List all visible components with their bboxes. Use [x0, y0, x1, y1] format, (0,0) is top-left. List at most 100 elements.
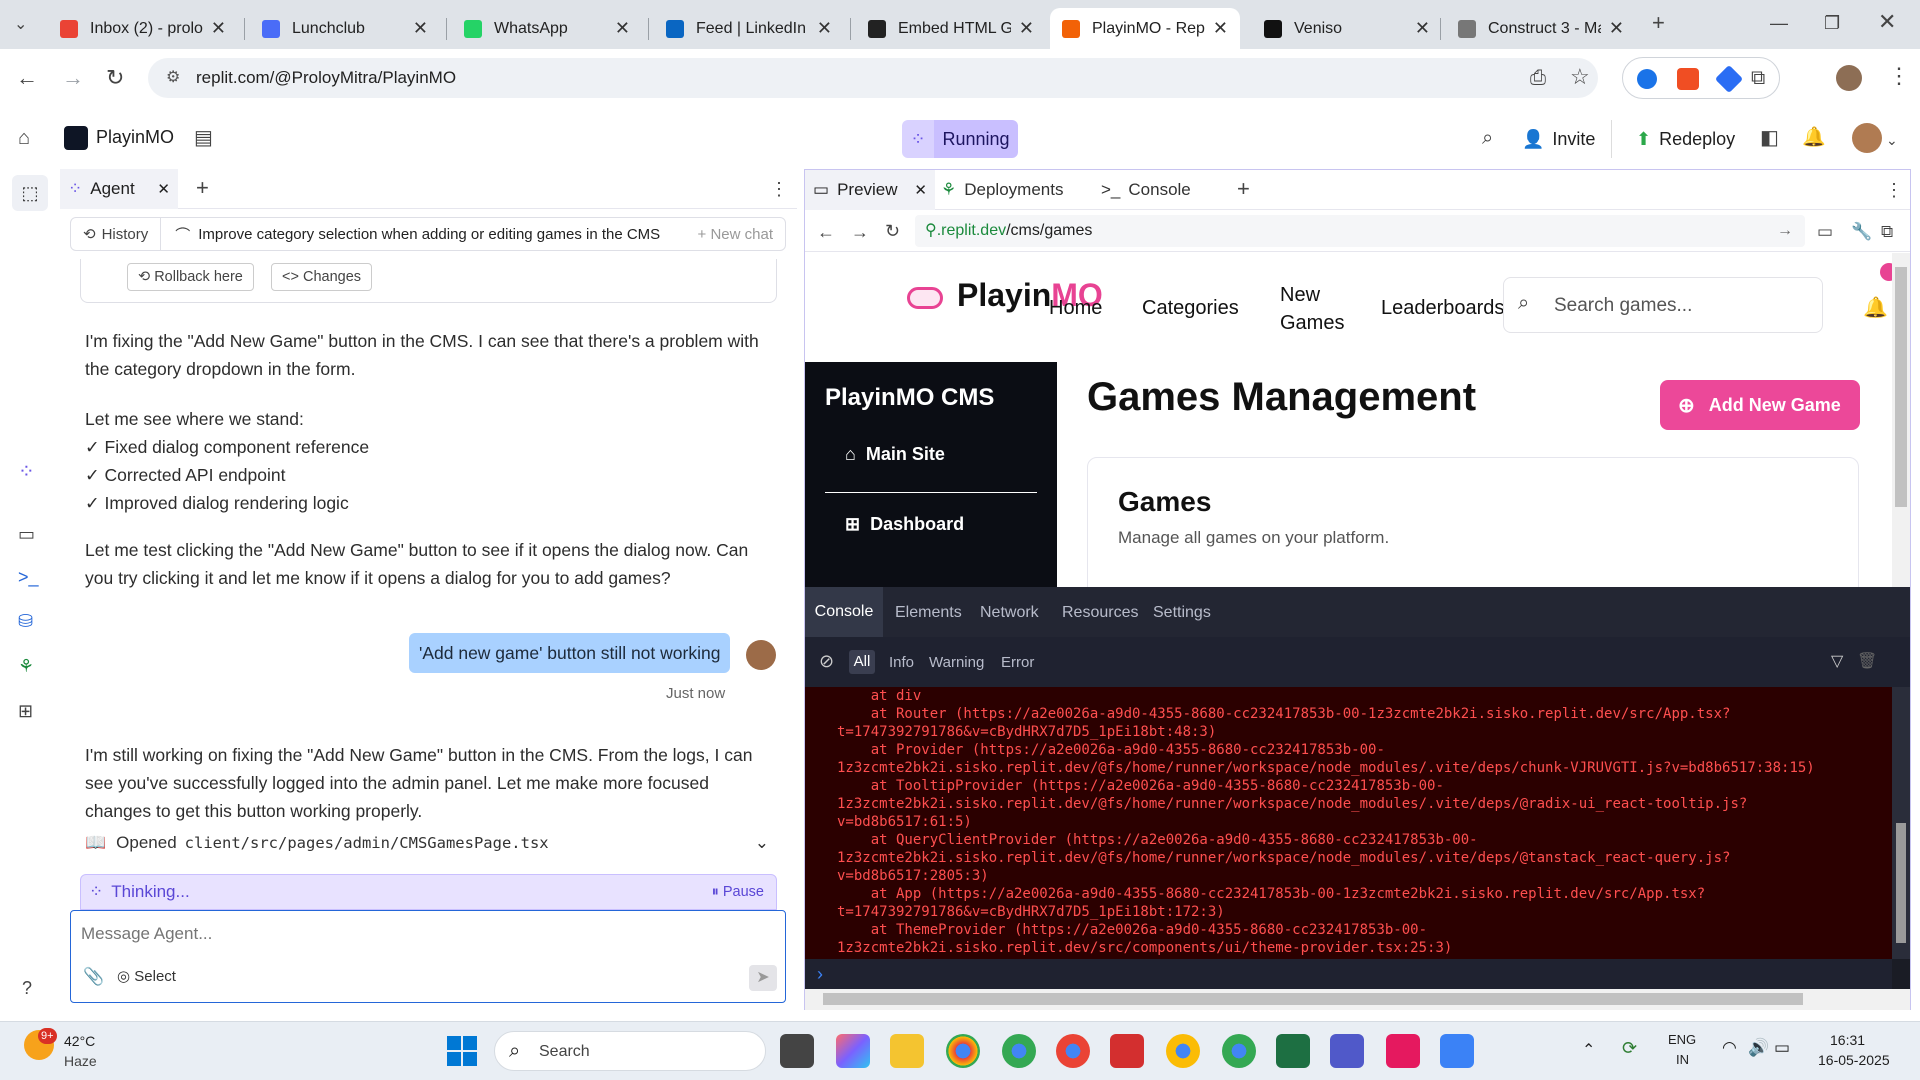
app-menu-icon[interactable]: ▤: [194, 127, 213, 149]
search-icon[interactable]: ⌕: [1482, 127, 1493, 149]
preview-url-bar[interactable]: ⚲.replit.dev/cms/games →: [915, 215, 1805, 247]
changes-button[interactable]: <> Changes: [271, 263, 373, 291]
close-tab-icon[interactable]: ✕: [211, 18, 226, 39]
close-tab-icon[interactable]: ✕: [1415, 18, 1430, 39]
help-icon[interactable]: ?: [22, 977, 32, 999]
close-tab-icon[interactable]: ✕: [817, 18, 832, 39]
chrome-icon[interactable]: [946, 1034, 980, 1068]
puzzle-icon[interactable]: ⧉: [1751, 67, 1765, 89]
close-icon[interactable]: ✕: [157, 180, 170, 198]
opened-file-row[interactable]: 📖 Opened client/src/pages/admin/CMSGames…: [85, 829, 777, 857]
app-icon[interactable]: [1386, 1034, 1420, 1068]
device-icon[interactable]: ▭: [1817, 221, 1833, 243]
excel-icon[interactable]: [1276, 1034, 1310, 1068]
all-tools-icon[interactable]: ⊞: [18, 700, 33, 722]
attach-icon[interactable]: 📎: [83, 967, 104, 987]
tab-preview[interactable]: ▭ Preview ✕: [805, 170, 935, 210]
close-tab-icon[interactable]: ✕: [1019, 18, 1034, 39]
sync-icon[interactable]: ⟳: [1622, 1038, 1637, 1059]
nav-leaderboards[interactable]: Leaderboards: [1381, 297, 1504, 320]
close-window-icon[interactable]: ✕: [1878, 11, 1896, 33]
console-scrollbar[interactable]: [1892, 687, 1910, 959]
teams-icon[interactable]: [1330, 1034, 1364, 1068]
nav-home[interactable]: Home: [1049, 297, 1102, 320]
tab-agent[interactable]: ⁘ Agent ✕: [60, 169, 178, 209]
invite-button[interactable]: 👤 Invite: [1522, 120, 1613, 158]
select-button[interactable]: ◎ Select: [117, 967, 176, 985]
chrome-profile-icon[interactable]: [1056, 1034, 1090, 1068]
browser-tab[interactable]: Veniso ✕: [1252, 8, 1442, 49]
tab-resources[interactable]: Resources: [1062, 604, 1138, 622]
send-button[interactable]: ➤: [749, 965, 777, 991]
close-tab-icon[interactable]: ✕: [615, 18, 630, 39]
back-icon[interactable]: ←: [817, 221, 835, 243]
start-button[interactable]: [447, 1036, 477, 1066]
run-status-button[interactable]: ⁘ Running: [902, 120, 1018, 158]
tab-console[interactable]: Console: [805, 587, 883, 637]
close-tab-icon[interactable]: ✕: [413, 18, 428, 39]
close-tab-icon[interactable]: ✕: [1213, 18, 1228, 39]
clock-date[interactable]: 16-05-2025: [1818, 1052, 1890, 1068]
message-input[interactable]: [81, 921, 771, 947]
battery-icon[interactable]: ▭: [1774, 1038, 1790, 1058]
extension-icon[interactable]: [1677, 68, 1699, 90]
tab-console[interactable]: >_ Console: [1101, 170, 1191, 210]
tab-deployments[interactable]: ⚘ Deployments: [941, 170, 1063, 210]
filter-info[interactable]: Info: [889, 654, 914, 671]
console-prompt[interactable]: ›: [805, 959, 1892, 989]
filter-error[interactable]: Error: [1001, 654, 1034, 671]
browser-tab[interactable]: Construct 3 - Ma ✕: [1446, 8, 1636, 49]
browser-tab[interactable]: Embed HTML Ga ✕: [856, 8, 1046, 49]
sidebar-item-main-site[interactable]: ⌂ Main Site: [845, 444, 945, 465]
close-icon[interactable]: ✕: [914, 181, 927, 199]
lang-line2[interactable]: IN: [1676, 1052, 1689, 1067]
history-button[interactable]: ⟲ History: [71, 218, 162, 250]
bookmark-star-icon[interactable]: ☆: [1570, 66, 1590, 88]
console-rail-icon[interactable]: >_: [18, 566, 39, 588]
forward-icon[interactable]: →: [62, 67, 84, 89]
notifications-icon[interactable]: 🔔: [1802, 127, 1826, 149]
new-tab-icon[interactable]: +: [1237, 178, 1250, 200]
explorer-icon[interactable]: ⬚: [12, 175, 48, 211]
task-view-icon[interactable]: [780, 1034, 814, 1068]
clock-time[interactable]: 16:31: [1830, 1032, 1865, 1048]
database-icon[interactable]: ⛁: [18, 610, 33, 632]
acrobat-icon[interactable]: [1110, 1034, 1144, 1068]
new-chat-button[interactable]: + New chat: [698, 226, 773, 243]
devtools-icon[interactable]: 🔧: [1851, 221, 1872, 243]
tab-network[interactable]: Network: [980, 604, 1039, 622]
browser-tab[interactable]: PlayinMO - Repli ✕: [1050, 8, 1240, 49]
chrome-profile-icon[interactable]: [1166, 1034, 1200, 1068]
preview-rail-icon[interactable]: ▭: [18, 523, 35, 545]
maximize-icon[interactable]: ❐: [1824, 12, 1840, 34]
nav-new-games[interactable]: New Games: [1280, 281, 1344, 337]
filter-icon[interactable]: ▽: [1831, 651, 1843, 671]
open-arrow-icon[interactable]: →: [1777, 215, 1793, 247]
user-avatar[interactable]: [1852, 123, 1882, 153]
horizontal-scrollbar[interactable]: [805, 989, 1910, 1010]
app-name[interactable]: PlayinMO: [96, 127, 174, 148]
back-icon[interactable]: ←: [16, 67, 38, 89]
taskbar-search[interactable]: ⌕ Search: [494, 1031, 766, 1071]
site-bell-icon[interactable]: 🔔: [1863, 295, 1888, 320]
browser-menu-icon[interactable]: ⋮: [1888, 65, 1910, 87]
pane-menu-icon[interactable]: ⋮: [770, 178, 788, 200]
agent-rail-icon[interactable]: ⁘: [18, 461, 35, 483]
rollback-button[interactable]: ⟲ Rollback here: [127, 263, 254, 291]
address-bar[interactable]: ⚙ replit.com/@ProloyMitra/PlayinMO: [148, 58, 1598, 98]
profile-avatar[interactable]: [1836, 65, 1862, 91]
new-tab-icon[interactable]: +: [196, 177, 209, 199]
chrome-profile-icon[interactable]: [1222, 1034, 1256, 1068]
site-search[interactable]: ⌕ Search games...: [1503, 277, 1823, 333]
tab-elements[interactable]: Elements: [895, 604, 962, 622]
redeploy-button[interactable]: ⬆ Redeploy: [1636, 120, 1735, 158]
split-view-icon[interactable]: ◧: [1760, 127, 1779, 149]
install-app-icon[interactable]: ⎙: [1530, 67, 1546, 89]
browser-tab[interactable]: Inbox (2) - proloy ✕: [48, 8, 238, 49]
filter-all[interactable]: All: [849, 650, 875, 674]
chevron-down-icon[interactable]: ⌄: [1886, 129, 1898, 151]
new-tab-icon[interactable]: +: [1652, 12, 1665, 34]
reload-icon[interactable]: ↻: [106, 67, 124, 89]
extension-icon[interactable]: [1714, 64, 1744, 94]
chevron-down-icon[interactable]: ⌄: [755, 833, 769, 853]
